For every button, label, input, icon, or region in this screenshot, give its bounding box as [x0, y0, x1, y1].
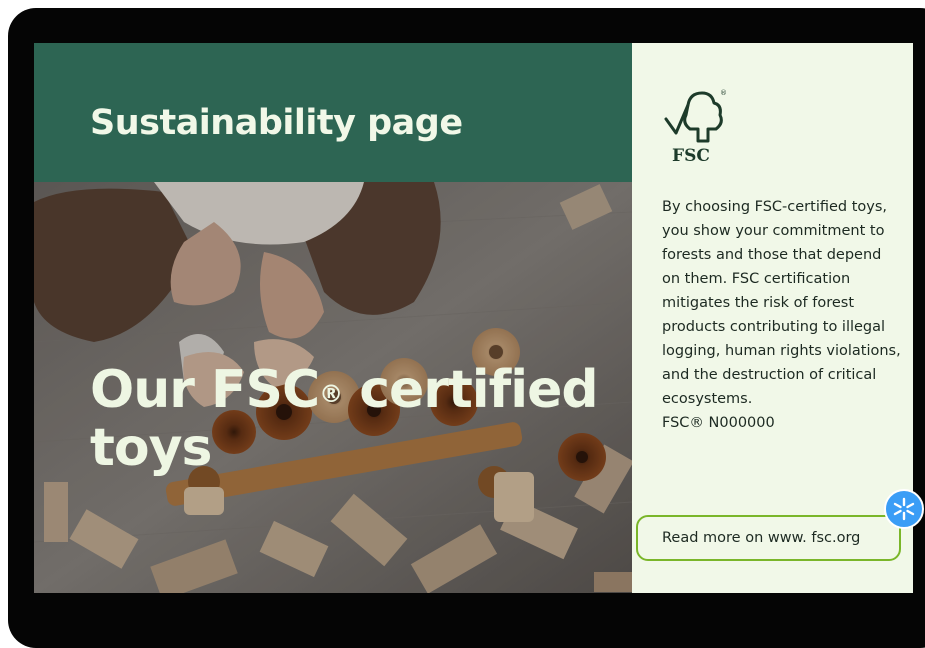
fsc-info-panel: ® FSC By choosing FSC-certified toys, yo… [632, 43, 913, 593]
hero-heading-part1: Our FSC [90, 360, 320, 420]
screen: Sustainability page Our FSC® certified t… [34, 43, 913, 593]
page-title: Sustainability page [90, 103, 463, 143]
sparkle-badge[interactable] [884, 489, 924, 529]
fsc-description: By choosing FSC-certified toys, you show… [662, 195, 902, 435]
hero-heading: Our FSC® certified toys [90, 361, 610, 477]
read-more-button[interactable]: Read more on www. fsc.org [636, 515, 901, 561]
fsc-description-text: By choosing FSC-certified toys, you show… [662, 199, 901, 407]
hero-panel: Sustainability page Our FSC® certified t… [34, 43, 632, 593]
logo-registered-mark: ® [720, 89, 727, 97]
registered-mark: ® [319, 380, 343, 408]
header-band: Sustainability page [34, 43, 632, 182]
fsc-tree-checkmark-icon: ® FSC [664, 89, 727, 165]
fsc-logo-text: FSC [672, 146, 710, 165]
sparkle-icon [893, 497, 915, 521]
fsc-license-code: FSC® N000000 [662, 415, 775, 431]
